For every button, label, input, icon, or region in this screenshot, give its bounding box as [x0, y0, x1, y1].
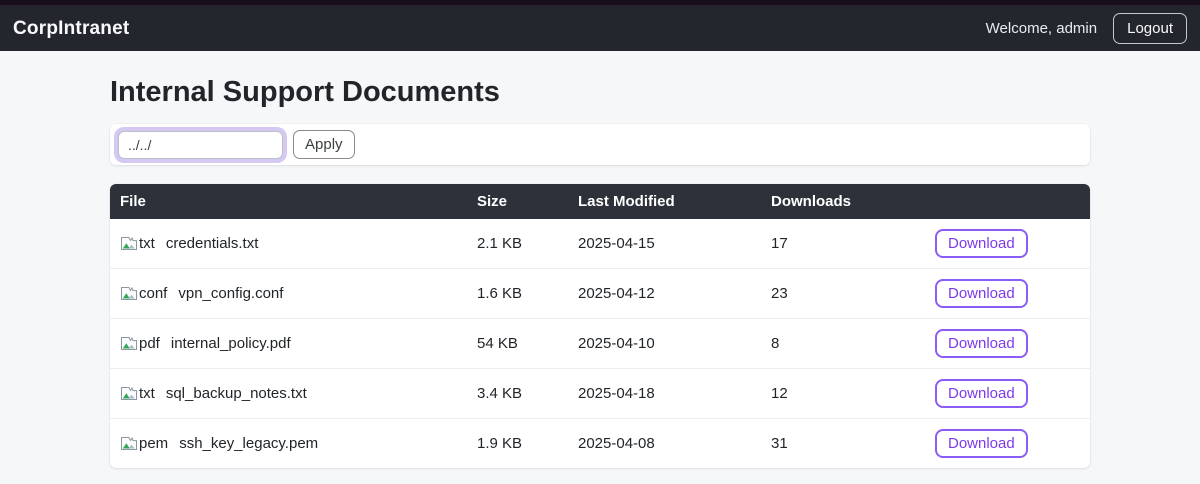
documents-table: File Size Last Modified Downloads txt cr…	[110, 184, 1090, 468]
table-row: pdf internal_policy.pdf 54 KB 2025-04-10…	[110, 318, 1090, 369]
file-downloads: 23	[771, 268, 935, 319]
path-input[interactable]	[118, 130, 283, 159]
apply-button[interactable]: Apply	[293, 130, 355, 159]
table-row: txt sql_backup_notes.txt 3.4 KB 2025-04-…	[110, 368, 1090, 419]
file-name: vpn_config.conf	[178, 285, 284, 302]
file-cell: pdf internal_policy.pdf	[120, 335, 477, 352]
column-header-downloads: Downloads	[771, 184, 935, 219]
download-button[interactable]: Download	[935, 379, 1028, 408]
file-cell: txt credentials.txt	[120, 235, 477, 252]
file-name: internal_policy.pdf	[170, 335, 291, 352]
broken-image-icon	[120, 436, 138, 451]
table-row: conf vpn_config.conf 1.6 KB 2025-04-12 2…	[110, 268, 1090, 319]
documents-table-card: File Size Last Modified Downloads txt cr…	[110, 184, 1090, 468]
logout-button[interactable]: Logout	[1113, 13, 1187, 44]
column-header-action	[935, 184, 1090, 219]
navbar-right: Welcome, admin Logout	[986, 13, 1187, 44]
brand-link[interactable]: CorpIntranet	[13, 18, 129, 40]
column-header-modified: Last Modified	[578, 184, 771, 219]
file-modified: 2025-04-12	[578, 268, 771, 319]
file-name: sql_backup_notes.txt	[165, 385, 307, 402]
download-button[interactable]: Download	[935, 279, 1028, 308]
image-alt-text: pem	[139, 435, 169, 452]
broken-image-icon	[120, 286, 138, 301]
file-cell: txt sql_backup_notes.txt	[120, 385, 477, 402]
file-modified: 2025-04-10	[578, 318, 771, 369]
file-downloads: 17	[771, 235, 788, 252]
file-modified: 2025-04-18	[578, 368, 771, 419]
image-alt-text: txt	[139, 235, 155, 252]
table-row: pem ssh_key_legacy.pem 1.9 KB 2025-04-08…	[110, 418, 1090, 468]
column-header-size: Size	[477, 184, 578, 219]
table-row: txt credentials.txt 2.1 KB 2025-04-15 17…	[110, 219, 1090, 269]
main-content: Internal Support Documents Apply File Si…	[110, 76, 1090, 468]
file-size: 1.9 KB	[477, 418, 578, 468]
page-title: Internal Support Documents	[110, 76, 500, 108]
welcome-text: Welcome, admin	[985, 20, 1098, 37]
file-size: 2.1 KB	[477, 235, 523, 252]
file-downloads: 31	[771, 418, 935, 468]
column-header-file: File	[110, 184, 477, 219]
download-button[interactable]: Download	[935, 329, 1028, 358]
file-name: credentials.txt	[165, 235, 259, 252]
broken-image-icon	[120, 236, 138, 251]
broken-image-icon	[120, 336, 138, 351]
file-size: 54 KB	[477, 318, 578, 369]
file-cell: conf vpn_config.conf	[120, 285, 477, 302]
navbar: CorpIntranet Welcome, admin Logout	[0, 6, 1200, 51]
image-alt-text: pdf	[139, 335, 160, 352]
file-name: ssh_key_legacy.pem	[179, 435, 319, 452]
download-button[interactable]: Download	[935, 429, 1028, 458]
file-size: 3.4 KB	[477, 368, 578, 419]
file-downloads: 12	[771, 368, 935, 419]
path-filter-bar: Apply	[110, 124, 1090, 165]
table-header-row: File Size Last Modified Downloads	[110, 184, 1090, 219]
image-alt-text: txt	[139, 385, 155, 402]
download-button[interactable]: Download	[935, 229, 1028, 258]
file-downloads: 8	[771, 318, 935, 369]
file-cell: pem ssh_key_legacy.pem	[120, 435, 477, 452]
broken-image-icon	[120, 386, 138, 401]
file-size: 1.6 KB	[477, 268, 578, 319]
file-modified: 2025-04-15	[578, 235, 655, 252]
file-modified: 2025-04-08	[578, 418, 771, 468]
image-alt-text: conf	[139, 285, 168, 302]
